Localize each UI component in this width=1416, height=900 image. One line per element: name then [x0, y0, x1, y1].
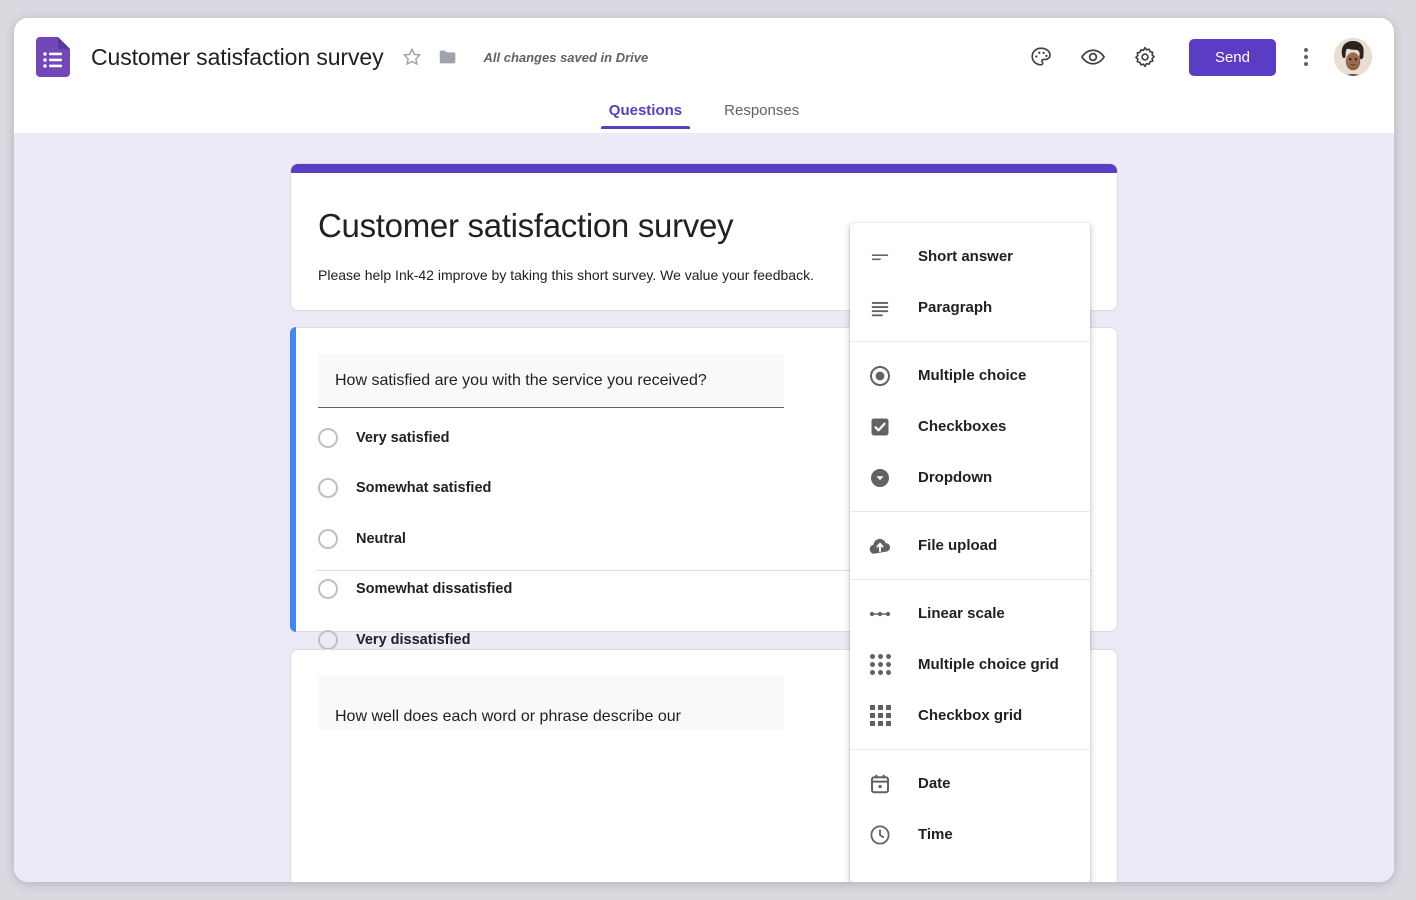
more-vert-icon[interactable]: [1288, 35, 1324, 79]
option-label[interactable]: Neutral: [356, 531, 406, 547]
form-accent-bar: [290, 163, 1118, 173]
option-row-3[interactable]: Neutral: [318, 529, 406, 549]
menu-item-label: File upload: [918, 537, 997, 554]
menu-item-short-answer[interactable]: Short answer: [850, 231, 1090, 282]
dropdown-arrow-icon: [866, 464, 894, 492]
menu-item-linear-scale[interactable]: Linear scale: [850, 588, 1090, 639]
tab-questions[interactable]: Questions: [601, 96, 690, 129]
eye-icon[interactable]: [1071, 35, 1115, 79]
radio-button-icon[interactable]: [318, 630, 338, 650]
question-type-menu[interactable]: Short answer Paragraph: [850, 223, 1090, 882]
menu-item-label: Paragraph: [918, 299, 992, 316]
tab-bar: Questions Responses: [14, 96, 1394, 133]
folder-icon[interactable]: [437, 46, 459, 68]
calendar-icon: [866, 770, 894, 798]
option-label[interactable]: Somewhat satisfied: [356, 480, 491, 496]
next-question-text[interactable]: How well does each word or phrase descri…: [318, 676, 784, 730]
option-label[interactable]: Somewhat dissatisfied: [356, 581, 512, 597]
menu-item-label: Multiple choice grid: [918, 656, 1059, 673]
radio-button-icon[interactable]: [318, 478, 338, 498]
menu-item-label: Checkbox grid: [918, 707, 1022, 724]
header-actions: Send: [1011, 18, 1372, 96]
menu-item-label: Time: [918, 826, 953, 843]
option-label[interactable]: Very satisfied: [356, 430, 450, 446]
forms-logo-icon: [36, 37, 70, 77]
clock-icon: [866, 821, 894, 849]
checkbox-icon: [866, 413, 894, 441]
option-row-5[interactable]: Very dissatisfied: [318, 630, 470, 650]
checkbox-grid-icon: [866, 702, 894, 730]
menu-group-upload: File upload: [850, 511, 1090, 579]
app-header: Customer satisfaction survey All changes…: [14, 18, 1394, 133]
menu-item-label: Short answer: [918, 248, 1013, 265]
gear-icon[interactable]: [1123, 35, 1167, 79]
menu-item-multiple-choice[interactable]: Multiple choice: [850, 350, 1090, 401]
option-row-4[interactable]: Somewhat dissatisfied: [318, 579, 512, 599]
tab-responses[interactable]: Responses: [716, 96, 807, 129]
menu-item-label: Multiple choice: [918, 367, 1026, 384]
radio-grid-icon: [866, 651, 894, 679]
menu-group-scale-grid: Linear scale Multiple choice grid: [850, 579, 1090, 749]
document-title[interactable]: Customer satisfaction survey: [91, 44, 383, 71]
avatar[interactable]: [1334, 38, 1372, 76]
menu-group-datetime: Date Time: [850, 749, 1090, 868]
form-canvas: Customer satisfaction survey Please help…: [14, 133, 1394, 882]
radio-button-icon[interactable]: [318, 529, 338, 549]
radio-button-icon[interactable]: [318, 579, 338, 599]
option-row-1[interactable]: Very satisfied: [318, 428, 450, 448]
menu-item-paragraph[interactable]: Paragraph: [850, 282, 1090, 333]
short-answer-icon: [866, 243, 894, 271]
option-row-2[interactable]: Somewhat satisfied: [318, 478, 491, 498]
radio-button-icon: [866, 362, 894, 390]
menu-group-text: Short answer Paragraph: [850, 223, 1090, 341]
menu-item-label: Dropdown: [918, 469, 992, 486]
menu-group-choice: Multiple choice Checkboxes: [850, 341, 1090, 511]
question-text-input[interactable]: How satisfied are you with the service y…: [318, 354, 784, 408]
menu-item-checkbox-grid[interactable]: Checkbox grid: [850, 690, 1090, 741]
menu-item-multiple-choice-grid[interactable]: Multiple choice grid: [850, 639, 1090, 690]
send-button[interactable]: Send: [1189, 39, 1276, 76]
palette-icon[interactable]: [1019, 35, 1063, 79]
radio-button-icon[interactable]: [318, 428, 338, 448]
menu-item-time[interactable]: Time: [850, 809, 1090, 860]
menu-item-label: Linear scale: [918, 605, 1005, 622]
menu-item-dropdown[interactable]: Dropdown: [850, 452, 1090, 503]
save-status-text: All changes saved in Drive: [483, 50, 648, 65]
menu-item-label: Date: [918, 775, 951, 792]
forms-app-window: Customer satisfaction survey All changes…: [14, 18, 1394, 882]
selected-indicator: [290, 327, 296, 632]
linear-scale-icon: [866, 600, 894, 628]
cloud-upload-icon: [866, 532, 894, 560]
menu-item-file-upload[interactable]: File upload: [850, 520, 1090, 571]
menu-item-checkboxes[interactable]: Checkboxes: [850, 401, 1090, 452]
star-icon[interactable]: [401, 46, 423, 68]
option-label[interactable]: Very dissatisfied: [356, 632, 470, 648]
menu-item-label: Checkboxes: [918, 418, 1006, 435]
paragraph-icon: [866, 294, 894, 322]
menu-item-date[interactable]: Date: [850, 758, 1090, 809]
